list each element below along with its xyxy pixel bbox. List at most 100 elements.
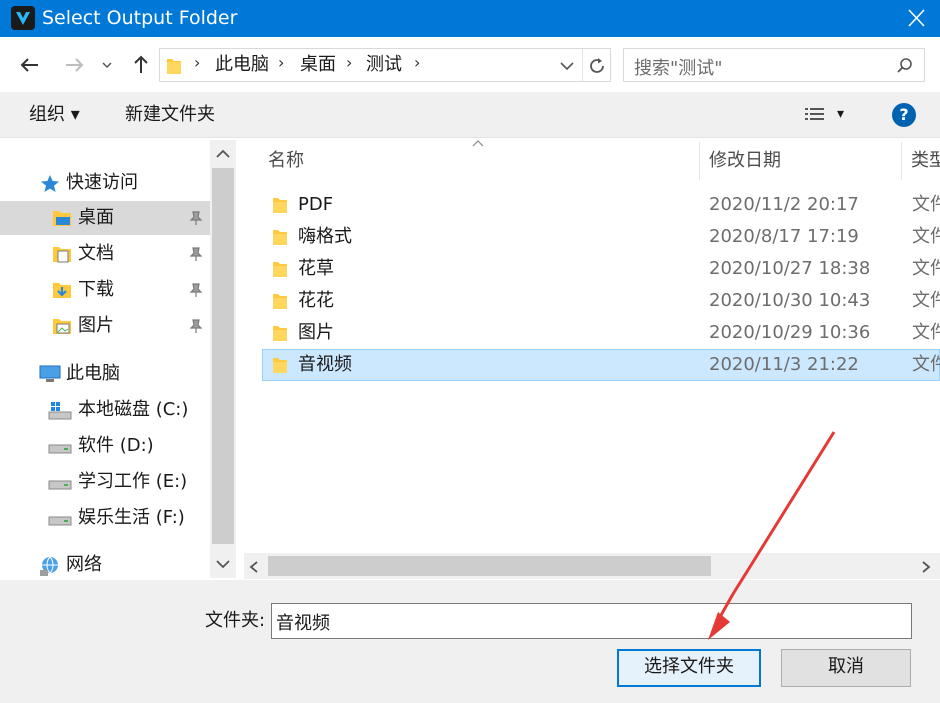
file-row[interactable]: 花花 2020/10/30 10:43 文件夹 [262,285,940,317]
file-type: 文件夹 [912,194,940,215]
select-folder-button[interactable]: 选择文件夹 [617,649,761,687]
sidebar-item-drive-e[interactable]: 学习工作 (E:) [0,465,210,499]
close-icon [908,9,925,27]
folder-name-input[interactable]: 音视频 [271,603,912,639]
sidebar-item-label: 此电脑 [66,363,120,384]
help-button[interactable]: ? [892,103,916,127]
folder-field-label: 文件夹: [205,610,266,631]
file-row[interactable]: 嗨格式 2020/8/17 17:19 文件夹 [262,221,940,253]
sidebar-item-pictures[interactable]: 图片 [0,309,210,343]
file-row[interactable]: PDF 2020/11/2 20:17 文件夹 [262,189,940,221]
file-name: 花花 [298,290,334,311]
pin-icon [189,211,203,225]
sidebar-item-this-pc[interactable]: 此电脑 [0,357,210,391]
sidebar-item-documents[interactable]: 文档 [0,237,210,271]
search-placeholder: 搜索"测试" [634,58,723,79]
folder-icon [273,230,287,245]
folder-icon [273,294,287,309]
scroll-down-icon[interactable] [215,558,231,570]
forward-button[interactable] [60,51,90,79]
file-list-scroll-thumb[interactable] [268,556,711,576]
breadcrumb-separator: › [414,53,421,72]
breadcrumb-test[interactable]: 测试 [366,54,402,76]
address-bar[interactable]: › 此电脑 › 桌面 › 测试 › [159,48,611,82]
column-header-date[interactable]: 修改日期 [709,150,781,172]
sidebar-item-drive-c[interactable]: 本地磁盘 (C:) [0,393,210,427]
file-name: 音视频 [298,354,352,375]
drive-icon [48,516,72,526]
drive-icon [48,444,72,454]
file-date: 2020/10/29 10:36 [709,322,871,343]
scroll-right-icon[interactable] [920,560,932,574]
file-date: 2020/10/27 18:38 [709,258,871,279]
documents-folder-icon [53,247,71,263]
column-divider[interactable] [699,142,700,180]
back-arrow-icon [20,58,38,72]
title-bar: Select Output Folder [0,0,940,37]
system-drive-icon [48,402,72,420]
file-date: 2020/8/17 17:19 [709,226,859,247]
sidebar-item-desktop[interactable]: 桌面 [0,201,210,235]
sidebar-item-label: 文档 [78,243,114,264]
sidebar-item-downloads[interactable]: 下载 [0,273,210,307]
navigation-pane: 快速访问 桌面 文档 下载 图片 此电脑 本地磁盘 (C:) 软件 (D:) 学… [0,140,236,578]
file-name: 图片 [298,322,334,343]
sidebar-item-quick-access[interactable]: 快速访问 [0,166,210,200]
file-type: 文件夹 [912,322,940,343]
desktop-folder-icon [53,211,71,226]
search-box[interactable]: 搜索"测试" [623,48,925,82]
column-header-name[interactable]: 名称 [268,150,304,172]
organize-menu[interactable]: 组织 ▾ [29,104,80,126]
file-date: 2020/11/2 20:17 [709,194,859,215]
pin-icon [189,319,203,333]
sidebar-item-network[interactable]: 网络 [0,548,210,582]
star-icon [41,175,59,192]
folder-icon [273,326,287,341]
help-icon: ? [899,105,909,124]
command-bar: 组织 ▾ 新建文件夹 ▾ [0,92,940,138]
file-row[interactable]: 花草 2020/10/27 18:38 文件夹 [262,253,940,285]
folder-icon [273,358,287,373]
breadcrumb-this-pc[interactable]: 此电脑 [215,54,269,76]
computer-icon [39,365,61,382]
back-button[interactable] [16,51,46,79]
file-type: 文件夹 [912,354,940,375]
network-icon [40,556,58,576]
sidebar-item-drive-d[interactable]: 软件 (D:) [0,429,210,463]
sidebar-item-label: 软件 (D:) [78,435,154,456]
sidebar-item-drive-f[interactable]: 娱乐生活 (F:) [0,501,210,535]
file-row[interactable]: 图片 2020/10/29 10:36 文件夹 [262,317,940,349]
file-row-selected[interactable]: 音视频 2020/11/3 21:22 文件夹 [262,349,940,381]
cancel-button[interactable]: 取消 [781,649,911,687]
downloads-folder-icon [53,283,71,298]
drive-icon [48,480,72,490]
file-name: PDF [298,194,334,215]
navigation-scroll-thumb[interactable] [212,168,234,544]
new-folder-button[interactable]: 新建文件夹 [125,104,215,126]
breadcrumb-separator: › [194,53,201,72]
breadcrumb-desktop[interactable]: 桌面 [300,54,336,76]
view-details-icon[interactable] [804,106,826,124]
file-name: 花草 [298,258,334,279]
sidebar-item-label: 桌面 [78,207,114,228]
up-arrow-icon [134,55,148,73]
view-options-dropdown[interactable]: ▾ [837,103,844,125]
window-title: Select Output Folder [42,7,238,29]
breadcrumb-separator: › [346,53,353,72]
column-divider[interactable] [901,142,902,180]
refresh-icon[interactable] [586,55,608,77]
app-icon [11,6,35,30]
scroll-up-icon[interactable] [215,148,231,160]
address-dropdown-icon[interactable] [558,59,576,73]
pin-icon [189,283,203,297]
file-type: 文件夹 [912,226,940,247]
file-type: 文件夹 [912,290,940,311]
scroll-left-icon[interactable] [248,560,260,574]
close-button[interactable] [894,0,940,37]
recent-locations-button[interactable] [96,51,118,79]
search-icon[interactable] [896,57,914,75]
up-button[interactable] [126,51,156,79]
folder-icon [273,198,287,213]
file-type: 文件夹 [912,258,940,279]
column-header-type[interactable]: 类型 [911,150,940,172]
